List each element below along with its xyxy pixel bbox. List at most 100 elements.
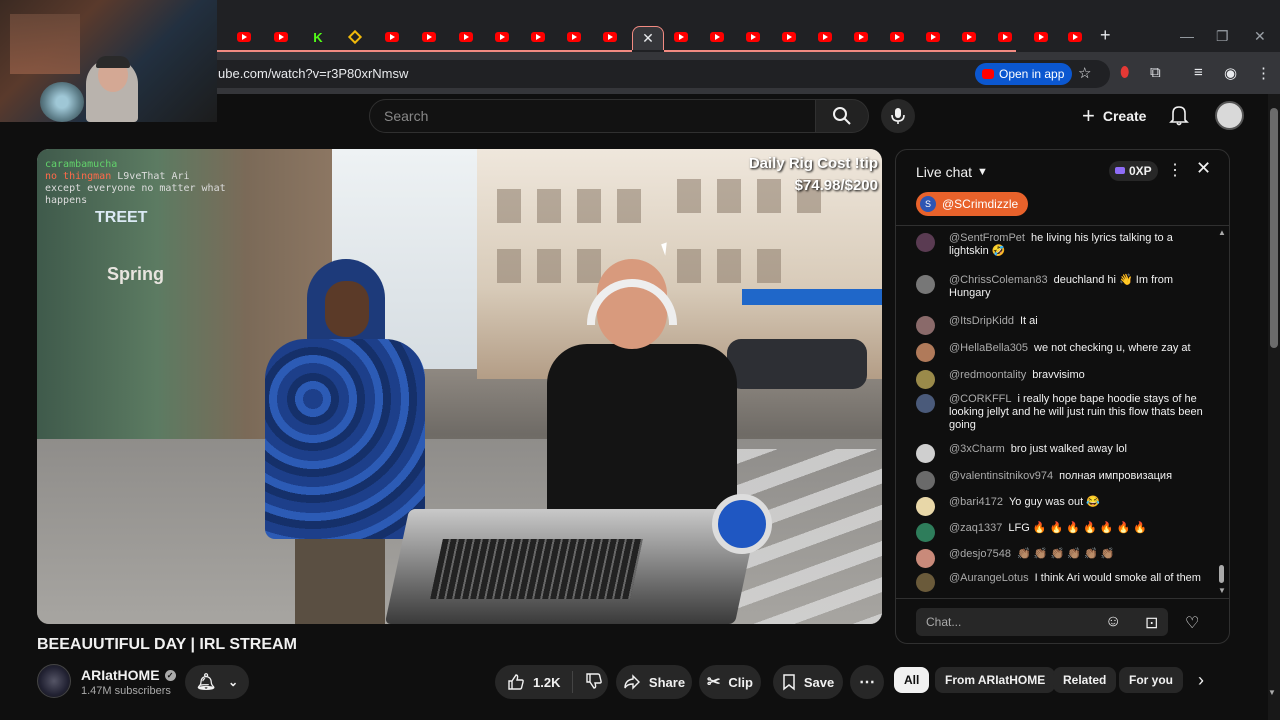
browser-tab[interactable] (374, 26, 410, 48)
new-tab-button[interactable]: + (1100, 25, 1111, 46)
browser-tab[interactable] (1023, 26, 1059, 48)
browser-tab[interactable] (520, 26, 556, 48)
search-field[interactable] (369, 99, 816, 133)
scroll-down-arrow-icon[interactable]: ▼ (1268, 688, 1276, 697)
live-chat-mode-dropdown[interactable]: Live chat ▼ (916, 164, 988, 180)
browser-tab[interactable] (663, 26, 699, 48)
youtube-favicon-icon (818, 32, 832, 42)
browser-tab[interactable]: K (300, 26, 336, 48)
chat-author[interactable]: @CORKFFL (949, 393, 1012, 405)
channel-avatar[interactable] (37, 664, 71, 698)
youtube-favicon-icon (674, 32, 688, 42)
browser-tab[interactable] (843, 26, 879, 48)
chat-author[interactable]: @ChrissColeman83 (949, 274, 1048, 286)
chip-all[interactable]: All (894, 667, 930, 693)
chat-text: I think Ari would smoke all of them (1034, 572, 1201, 584)
extensions-puzzle-icon[interactable]: ⧉ (1150, 64, 1161, 81)
super-chat-icon[interactable]: ⊡ (1145, 613, 1158, 633)
browser-tab[interactable] (592, 26, 628, 48)
extension-shield-icon[interactable]: ⬮ (1120, 64, 1129, 81)
chat-author[interactable]: @SentFromPet (949, 232, 1025, 244)
chip-related[interactable]: Related (1053, 667, 1117, 693)
url-text[interactable]: ube.com/watch?v=r3P80xrNmsw (218, 66, 408, 81)
voice-search-button[interactable] (881, 99, 915, 133)
browser-tab[interactable] (226, 26, 262, 48)
browser-tab[interactable] (915, 26, 951, 48)
chat-author[interactable]: @zaq1337 (949, 522, 1002, 534)
chip-for-you[interactable]: For you (1119, 667, 1183, 693)
scroll-up-arrow-icon[interactable]: ▲ (1218, 228, 1226, 237)
chip-from-channel[interactable]: From ARIatHOME (935, 667, 1056, 693)
media-controls-icon[interactable]: ≡ (1194, 64, 1203, 81)
close-tab-icon[interactable]: ✕ (642, 30, 654, 47)
browser-tab[interactable] (771, 26, 807, 48)
browser-tab[interactable] (556, 26, 592, 48)
notifications-button[interactable] (1169, 104, 1189, 131)
more-actions-button[interactable]: ⋯ (850, 665, 884, 699)
clip-label: Clip (728, 674, 753, 690)
account-avatar[interactable] (1215, 101, 1244, 130)
browser-tab[interactable] (411, 26, 447, 48)
browser-tab[interactable] (987, 26, 1023, 48)
scroll-down-arrow-icon[interactable]: ▼ (1218, 586, 1226, 595)
minimize-icon[interactable]: — (1180, 28, 1194, 44)
chat-author[interactable]: @HellaBella305 (949, 342, 1028, 354)
browser-tab[interactable] (699, 26, 735, 48)
bookmark-star-icon[interactable]: ☆ (1078, 64, 1091, 82)
search-button[interactable] (815, 99, 869, 133)
chat-scrollbar[interactable]: ▲ ▼ (1218, 228, 1226, 598)
create-button[interactable]: + Create (1082, 103, 1146, 129)
chat-avatar (916, 275, 935, 294)
active-browser-tab[interactable]: ✕ (632, 26, 664, 50)
chat-author[interactable]: @redmoontality (949, 369, 1026, 381)
browser-tab[interactable] (337, 26, 373, 48)
browser-tab[interactable] (1057, 26, 1093, 48)
channel-name[interactable]: ARIatHOME ✓ (81, 667, 176, 683)
clip-button[interactable]: ✂ Clip (699, 665, 761, 699)
chat-author[interactable]: @valentinsitnikov974 (949, 470, 1053, 482)
close-chat-icon[interactable]: ✕ (1196, 158, 1211, 179)
profile-icon[interactable]: ◉ (1224, 64, 1237, 82)
webcam-background (40, 82, 84, 122)
search-input[interactable] (370, 100, 815, 132)
chat-author[interactable]: @3xCharm (949, 443, 1005, 455)
chat-author[interactable]: @desjo7548 (949, 548, 1011, 560)
browser-tab[interactable] (879, 26, 915, 48)
browser-menu-icon[interactable]: ⋮ (1256, 64, 1271, 82)
open-in-app-button[interactable]: Open in app (975, 63, 1073, 85)
close-window-icon[interactable]: ✕ (1254, 28, 1266, 45)
save-button[interactable]: Save (773, 665, 843, 699)
heart-icon[interactable]: ♡ (1185, 613, 1199, 633)
browser-tab[interactable] (807, 26, 843, 48)
chat-more-icon[interactable]: ⋮ (1167, 160, 1183, 180)
pinned-supporter-chip[interactable]: S @SCrimdizzle (916, 192, 1029, 216)
youtube-favicon-icon (926, 32, 940, 42)
video-player[interactable]: TREET Spring carambamucha no thingman L9… (37, 149, 882, 624)
xp-badge[interactable]: 0XP (1109, 161, 1158, 181)
youtube-favicon-icon (962, 32, 976, 42)
chat-author[interactable]: @ItsDripKidd (949, 315, 1014, 327)
like-button[interactable]: 1.2K (495, 671, 574, 693)
supporter-avatar: S (920, 196, 936, 212)
browser-tab[interactable] (448, 26, 484, 48)
dislike-button[interactable] (573, 672, 615, 693)
page-scrollbar[interactable] (1268, 94, 1280, 720)
youtube-favicon-icon (495, 32, 509, 42)
scrollbar-thumb[interactable] (1270, 108, 1278, 348)
restore-icon[interactable]: ❐ (1216, 28, 1229, 45)
chat-scroll-thumb[interactable] (1219, 565, 1224, 583)
browser-tab[interactable] (951, 26, 987, 48)
browser-tab[interactable] (735, 26, 771, 48)
browser-tab[interactable] (484, 26, 520, 48)
share-label: Share (648, 674, 686, 690)
emoji-icon[interactable]: ☺ (1105, 613, 1121, 631)
chat-input-box[interactable] (916, 608, 1168, 636)
chat-input[interactable] (916, 608, 1168, 636)
subscription-notification-button[interactable]: 🔔︎ ⌄ (185, 665, 249, 699)
browser-tab[interactable] (263, 26, 299, 48)
chat-author[interactable]: @AurangeLotus (949, 572, 1029, 584)
chat-author[interactable]: @bari4172 (949, 496, 1003, 508)
share-button[interactable]: Share (616, 665, 692, 699)
chevron-right-icon[interactable]: › (1198, 670, 1204, 691)
youtube-favicon-icon (385, 32, 399, 42)
